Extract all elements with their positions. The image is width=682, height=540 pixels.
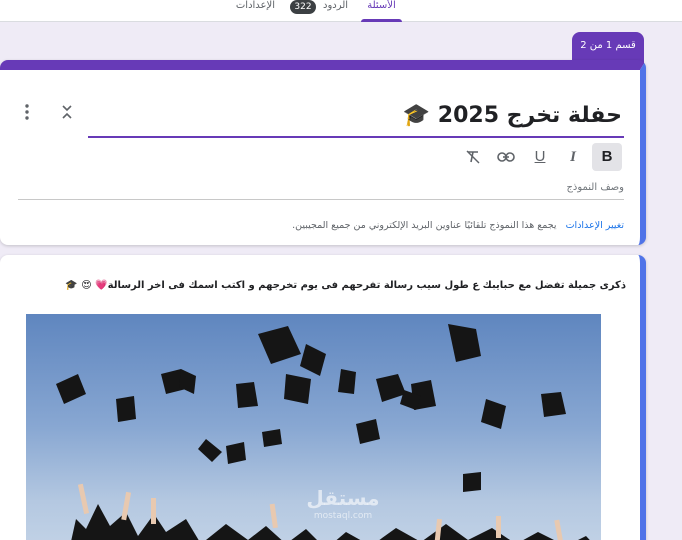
section-label: قسم 1 من 2 xyxy=(580,40,636,51)
watermark-main: مستقل xyxy=(306,486,380,510)
top-tab-bar: الأسئلة 322 الردود الإعدادات xyxy=(0,0,682,22)
tab-settings[interactable]: الإعدادات xyxy=(233,0,275,22)
tab-responses-label: الردود xyxy=(323,0,349,11)
tab-questions[interactable]: الأسئلة xyxy=(361,0,402,22)
more-vert-icon[interactable] xyxy=(22,103,32,121)
watermark-logo: مستقل mostaql.com xyxy=(298,486,388,526)
form-header-card[interactable]: حفلة تخرج 2025 🎓 U I B وصف النموذج تغيير… xyxy=(0,60,646,245)
italic-button[interactable]: I xyxy=(558,143,588,171)
content-text: ذكرى جميلة تفضل مع حبايبك ع طول سيب رسال… xyxy=(65,280,626,291)
title-underline xyxy=(88,136,624,138)
active-tab-indicator xyxy=(361,19,402,22)
tab-questions-label: الأسئلة xyxy=(367,0,396,11)
underline-button[interactable]: U xyxy=(525,143,555,171)
change-settings-link[interactable]: تغيير الإعدادات xyxy=(566,220,624,231)
responses-count-badge: 322 xyxy=(290,0,316,14)
email-note-text: يجمع هذا النموذج تلقائيًا عناوين البريد … xyxy=(292,220,557,231)
link-icon[interactable] xyxy=(491,143,521,171)
text-format-toolbar: U I B xyxy=(458,143,628,173)
form-description-input[interactable]: وصف النموذج xyxy=(18,178,624,200)
tab-responses[interactable]: 322 الردود xyxy=(290,0,352,22)
clear-format-icon[interactable] xyxy=(458,143,488,171)
collapse-icon[interactable] xyxy=(61,103,73,121)
email-collection-note: تغيير الإعدادات يجمع هذا النموذج تلقائيً… xyxy=(18,218,624,234)
tab-settings-label: الإعدادات xyxy=(235,0,275,11)
watermark-sub: mostaql.com xyxy=(313,511,373,521)
form-title-input[interactable]: حفلة تخرج 2025 🎓 xyxy=(222,98,622,134)
bold-button[interactable]: B xyxy=(592,143,622,171)
